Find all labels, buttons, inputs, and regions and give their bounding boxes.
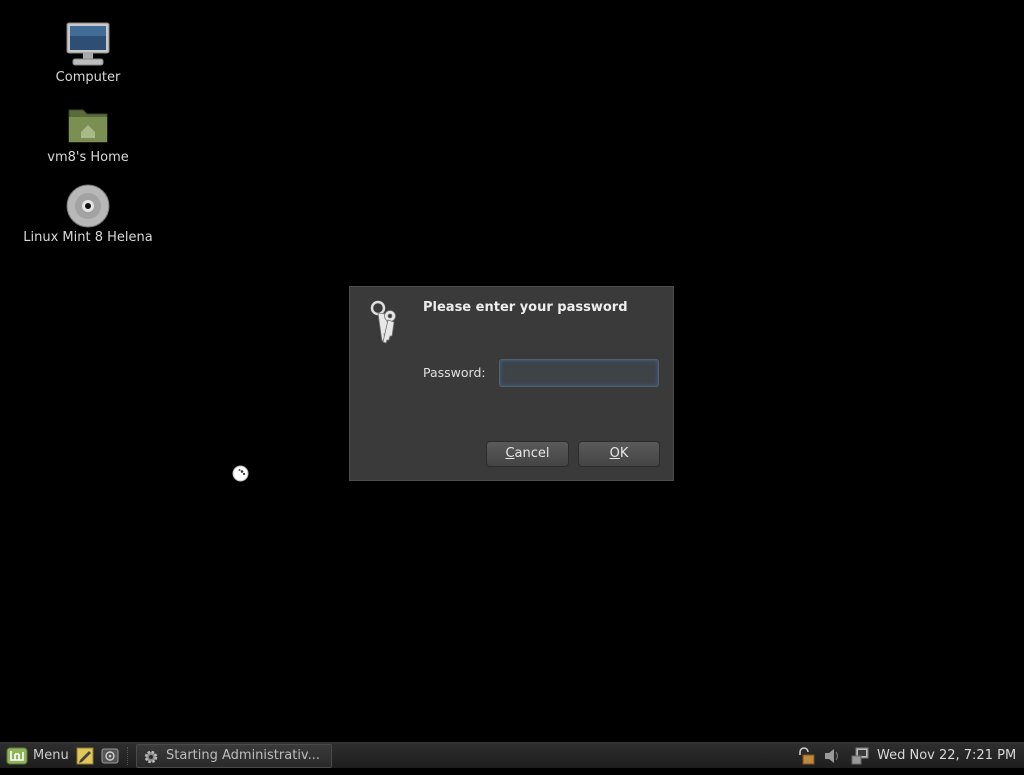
ok-mnemonic: O: [609, 446, 620, 461]
password-label: Password:: [423, 365, 486, 380]
mint-logo-icon: [6, 747, 28, 765]
terminal-launcher[interactable]: [100, 743, 120, 768]
desktop-icon-label: vm8's Home: [47, 150, 129, 165]
text-editor-icon: [76, 747, 94, 765]
desktop-icon-disc[interactable]: Linux Mint 8 Helena: [13, 180, 163, 245]
taskbar: Menu Starting Administrativ... Wed Nov 2…: [0, 742, 1024, 768]
keys-icon: [370, 300, 396, 344]
busy-cursor-icon: [232, 465, 249, 482]
text-editor-launcher[interactable]: [75, 743, 95, 768]
desktop-icon-label: Computer: [55, 70, 121, 85]
task-starting-administrative[interactable]: Starting Administrativ...: [136, 744, 332, 768]
dialog-title: Please enter your password: [423, 300, 628, 315]
ok-label: K: [619, 446, 629, 461]
ok-button[interactable]: OK: [578, 441, 660, 467]
cancel-mnemonic: C: [505, 446, 515, 461]
clock[interactable]: Wed Nov 22, 7:21 PM: [877, 743, 1022, 768]
desktop-icon-home[interactable]: vm8's Home: [13, 100, 163, 165]
cancel-label: ancel: [514, 446, 550, 461]
tray-volume[interactable]: [822, 743, 844, 768]
tray-network[interactable]: [850, 743, 872, 768]
disc-icon: [66, 184, 110, 228]
menu-button[interactable]: Menu: [4, 743, 72, 768]
network-icon: [851, 747, 869, 765]
tray-update-lock[interactable]: [796, 743, 818, 768]
desktop: Computer vm8's Home Linux Mint 8 Helena: [0, 0, 1024, 742]
home-folder-icon: [68, 109, 108, 143]
volume-icon: [825, 749, 839, 763]
terminal-icon: [101, 748, 119, 764]
desktop-icon-label: Linux Mint 8 Helena: [23, 230, 153, 245]
padlock-icon: [799, 747, 815, 765]
password-input[interactable]: [499, 359, 659, 387]
menu-label: Menu: [33, 748, 69, 763]
taskbar-separator: [127, 747, 130, 765]
cancel-button[interactable]: Cancel: [486, 441, 569, 467]
desktop-icon-computer[interactable]: Computer: [13, 20, 163, 85]
task-label: Starting Administrativ...: [166, 748, 321, 763]
gear-icon: [144, 750, 158, 764]
computer-icon: [66, 22, 110, 66]
password-dialog: Please enter your password Password: Can…: [349, 286, 674, 481]
